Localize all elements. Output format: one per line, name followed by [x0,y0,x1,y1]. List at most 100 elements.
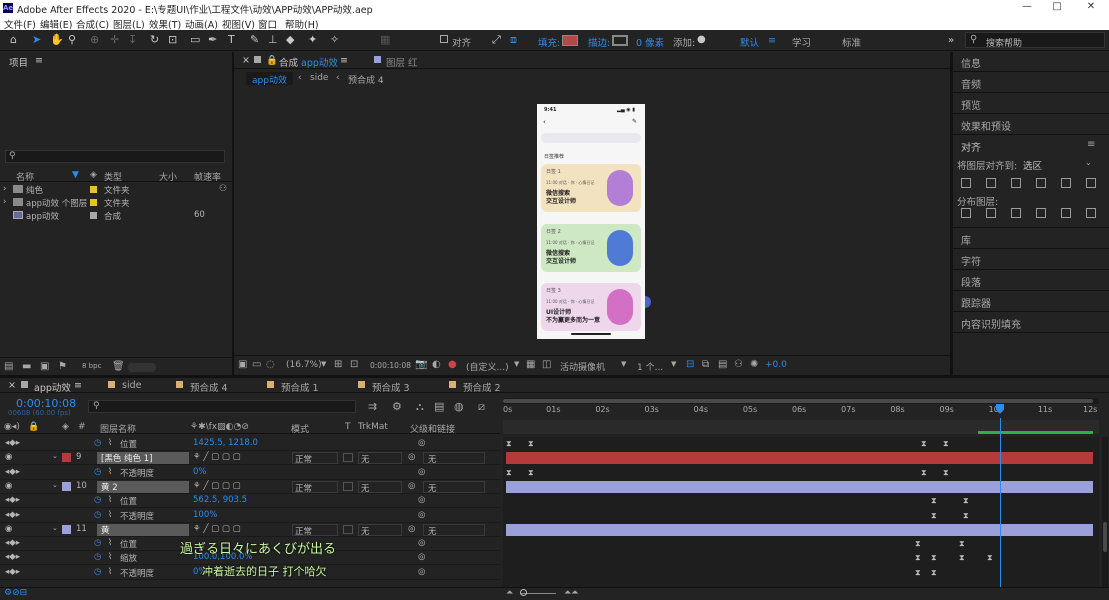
dropdown-icon[interactable]: ▼ [671,360,676,368]
expand-icon[interactable]: › [3,197,6,207]
tab-precomp1[interactable]: 预合成 1 [281,380,319,394]
panel-tracker[interactable]: 跟踪器 [953,292,1109,312]
layer-switches-icon[interactable]: ⚘ ╱ ▢ ▢ ▢ [193,452,241,462]
keyframe-marker[interactable]: ⧗ [959,540,965,548]
expression-pickwhip-icon[interactable]: ◎ [418,538,425,548]
search-help-input[interactable]: 搜索帮助 [986,36,1022,49]
label-color[interactable] [90,199,97,206]
preserve-transparency-checkbox[interactable] [343,525,353,534]
keyframe-nav-icon[interactable]: ◂◆▸ [5,467,20,477]
type-tool-icon[interactable]: T [228,33,235,46]
property-row[interactable]: ◂◆▸ ◷ ⌇ 不透明度 100% ◎ [0,509,500,523]
col-t[interactable]: T [345,422,351,432]
distribute-vcenter-icon[interactable] [986,208,996,218]
visibility-eye-icon[interactable]: ◉ [5,452,12,462]
comp-tab-name[interactable]: app动效 [301,55,338,69]
panel-libraries[interactable]: 库 [953,229,1109,249]
comp-tab-label[interactable]: 合成 [279,55,298,69]
hand-tool-icon[interactable]: ✋ [50,33,64,46]
preview-icon[interactable]: ▣ [238,359,247,370]
project-item[interactable]: app动效 合成 60 [0,210,230,223]
keyframe-marker[interactable]: ⧗ [506,469,512,477]
twirl-icon[interactable]: ⌄ [52,452,58,460]
viewer-timecode[interactable]: 0:00:10:08 [370,361,411,370]
mode-select[interactable]: 正常 [292,481,338,494]
col-mode[interactable]: 模式 [291,422,309,435]
tab-precomp2[interactable]: 预合成 2 [463,380,501,394]
layer-name[interactable]: 黄 [97,524,189,536]
stopwatch-icon[interactable]: ◷ [94,495,101,505]
expression-pickwhip-icon[interactable]: ◎ [418,495,425,505]
exposure-value[interactable]: +0.0 [765,360,787,370]
pickwhip-icon[interactable]: ◎ [408,452,415,462]
layer-row[interactable]: ◉ ⌄ 10 黄 2 ⚘ ╱ ▢ ▢ ▢ 正常 无 ◎ 无 [0,480,500,494]
draft-3d-icon[interactable]: ⚙ [392,400,402,413]
property-row[interactable]: ◂◆▸ ◷ ⌇ 位置 1425.5, 1218.0 ◎ [0,437,500,451]
breadcrumb-app[interactable]: app动效 [246,72,293,86]
puppet-tool-icon[interactable]: ✧ [330,33,339,46]
dolly-tool-icon[interactable]: ↧ [128,33,137,46]
rectangle-tool-icon[interactable]: ▭ [190,33,200,46]
project-item[interactable]: › 纯色 文件夹 [0,184,230,197]
close-tab-icon[interactable]: × [8,380,16,391]
more-workspaces-icon[interactable]: » [948,35,954,46]
distribute-hcenter-icon[interactable] [1061,208,1071,218]
keyframe-marker[interactable]: ⧗ [931,512,937,520]
keyframe-marker[interactable]: ⧗ [506,440,512,448]
shy-layers-icon[interactable]: ⛬ [416,400,424,414]
show-snapshot-icon[interactable]: ◐ [432,359,441,370]
keyframe-marker[interactable]: ⧗ [963,497,969,505]
visibility-eye-icon[interactable]: ◉ [5,524,12,534]
tab-precomp4[interactable]: 预合成 4 [190,380,228,394]
menu-file[interactable]: 文件(F) [4,17,36,31]
label-column-icon[interactable]: ◈ [90,170,97,180]
new-composition-icon[interactable]: ▣ [40,361,49,372]
dropdown-icon[interactable]: ▼ [321,360,326,368]
panel-character[interactable]: 字符 [953,250,1109,270]
col-name[interactable]: 名称 [16,170,34,183]
panel-info[interactable]: 信息 [953,52,1109,72]
stopwatch-icon[interactable]: ◷ [94,538,101,548]
keyframe-nav-icon[interactable]: ◂◆▸ [5,567,20,577]
panel-menu-icon[interactable]: ≡ [74,380,82,391]
property-row[interactable]: ◂◆▸ ◷ ⌇ 不透明度 0% ◎ [0,466,500,480]
exposure-icon[interactable]: ✺ [750,359,758,370]
keyframe-marker[interactable]: ⧗ [959,554,965,562]
layer-tab-label[interactable]: 图层 红 [386,55,418,69]
layer-name[interactable]: [黑色 纯色 1] [97,452,189,464]
keyframe-marker[interactable]: ⧗ [915,569,921,577]
keyframe-marker[interactable]: ⧗ [528,440,534,448]
layer-switches-icon[interactable]: ⚘ ╱ ▢ ▢ ▢ [193,524,241,534]
layer-row[interactable]: ◉ ⌄ 9 [黑色 纯色 1] ⚘ ╱ ▢ ▢ ▢ 正常 无 ◎ 无 [0,451,500,465]
track-area[interactable]: ⧗ ⧗ ⧗ ⧗ ⧗ ⧗ ⧗ ⧗ ⧗ ⧗ ⧗ ⧗ ⧗ ⧗ ⧗ ⧗ ⧗ ⧗ ⧗ ⧗ [503,437,1099,587]
layer-row[interactable]: ◉ ⌄ 11 黄 ⚘ ╱ ▢ ▢ ▢ 正常 无 ◎ 无 [0,523,500,537]
views-select[interactable]: 1 个... [637,360,663,373]
eraser-tool-icon[interactable]: ◆ [286,33,294,46]
menu-help[interactable]: 帮助(H) [285,17,319,31]
zoom-slider-thumb[interactable] [520,589,527,596]
anchor-tool-icon[interactable]: ⊡ [168,33,177,46]
keyframe-marker[interactable]: ⧗ [921,440,927,448]
keyframe-nav-icon[interactable]: ◂◆▸ [5,538,20,548]
keyframe-nav-icon[interactable]: ◂◆▸ [5,510,20,520]
stopwatch-icon[interactable]: ◷ [94,567,101,577]
new-folder-icon[interactable]: ▬ [22,361,31,372]
stopwatch-icon[interactable]: ◷ [94,552,101,562]
parent-select[interactable]: 无 [423,452,485,465]
zoom-select[interactable]: (16.7%) [286,360,322,370]
label-color[interactable] [90,212,97,219]
flowchart-icon[interactable]: ⚇ [734,359,743,370]
menu-animation[interactable]: 动画(A) [185,17,218,31]
panel-menu-icon[interactable]: ≡ [340,55,348,66]
snap-grid-icon[interactable]: ⧈ [510,33,517,47]
brush-tool-icon[interactable]: ✎ [250,33,259,46]
fill-color-swatch[interactable] [562,35,578,46]
align-top-icon[interactable] [1036,178,1046,188]
panel-effects[interactable]: 效果和预设 [953,115,1109,135]
clone-tool-icon[interactable]: ⊥ [268,33,278,46]
workspace-menu-icon[interactable]: ≡ [768,35,776,46]
twirl-icon[interactable]: ⌄ [52,481,58,489]
col-trkmat[interactable]: TrkMat [358,422,388,432]
dropdown-icon[interactable]: ⌄ [1085,158,1092,167]
stopwatch-icon[interactable]: ◷ [94,467,101,477]
